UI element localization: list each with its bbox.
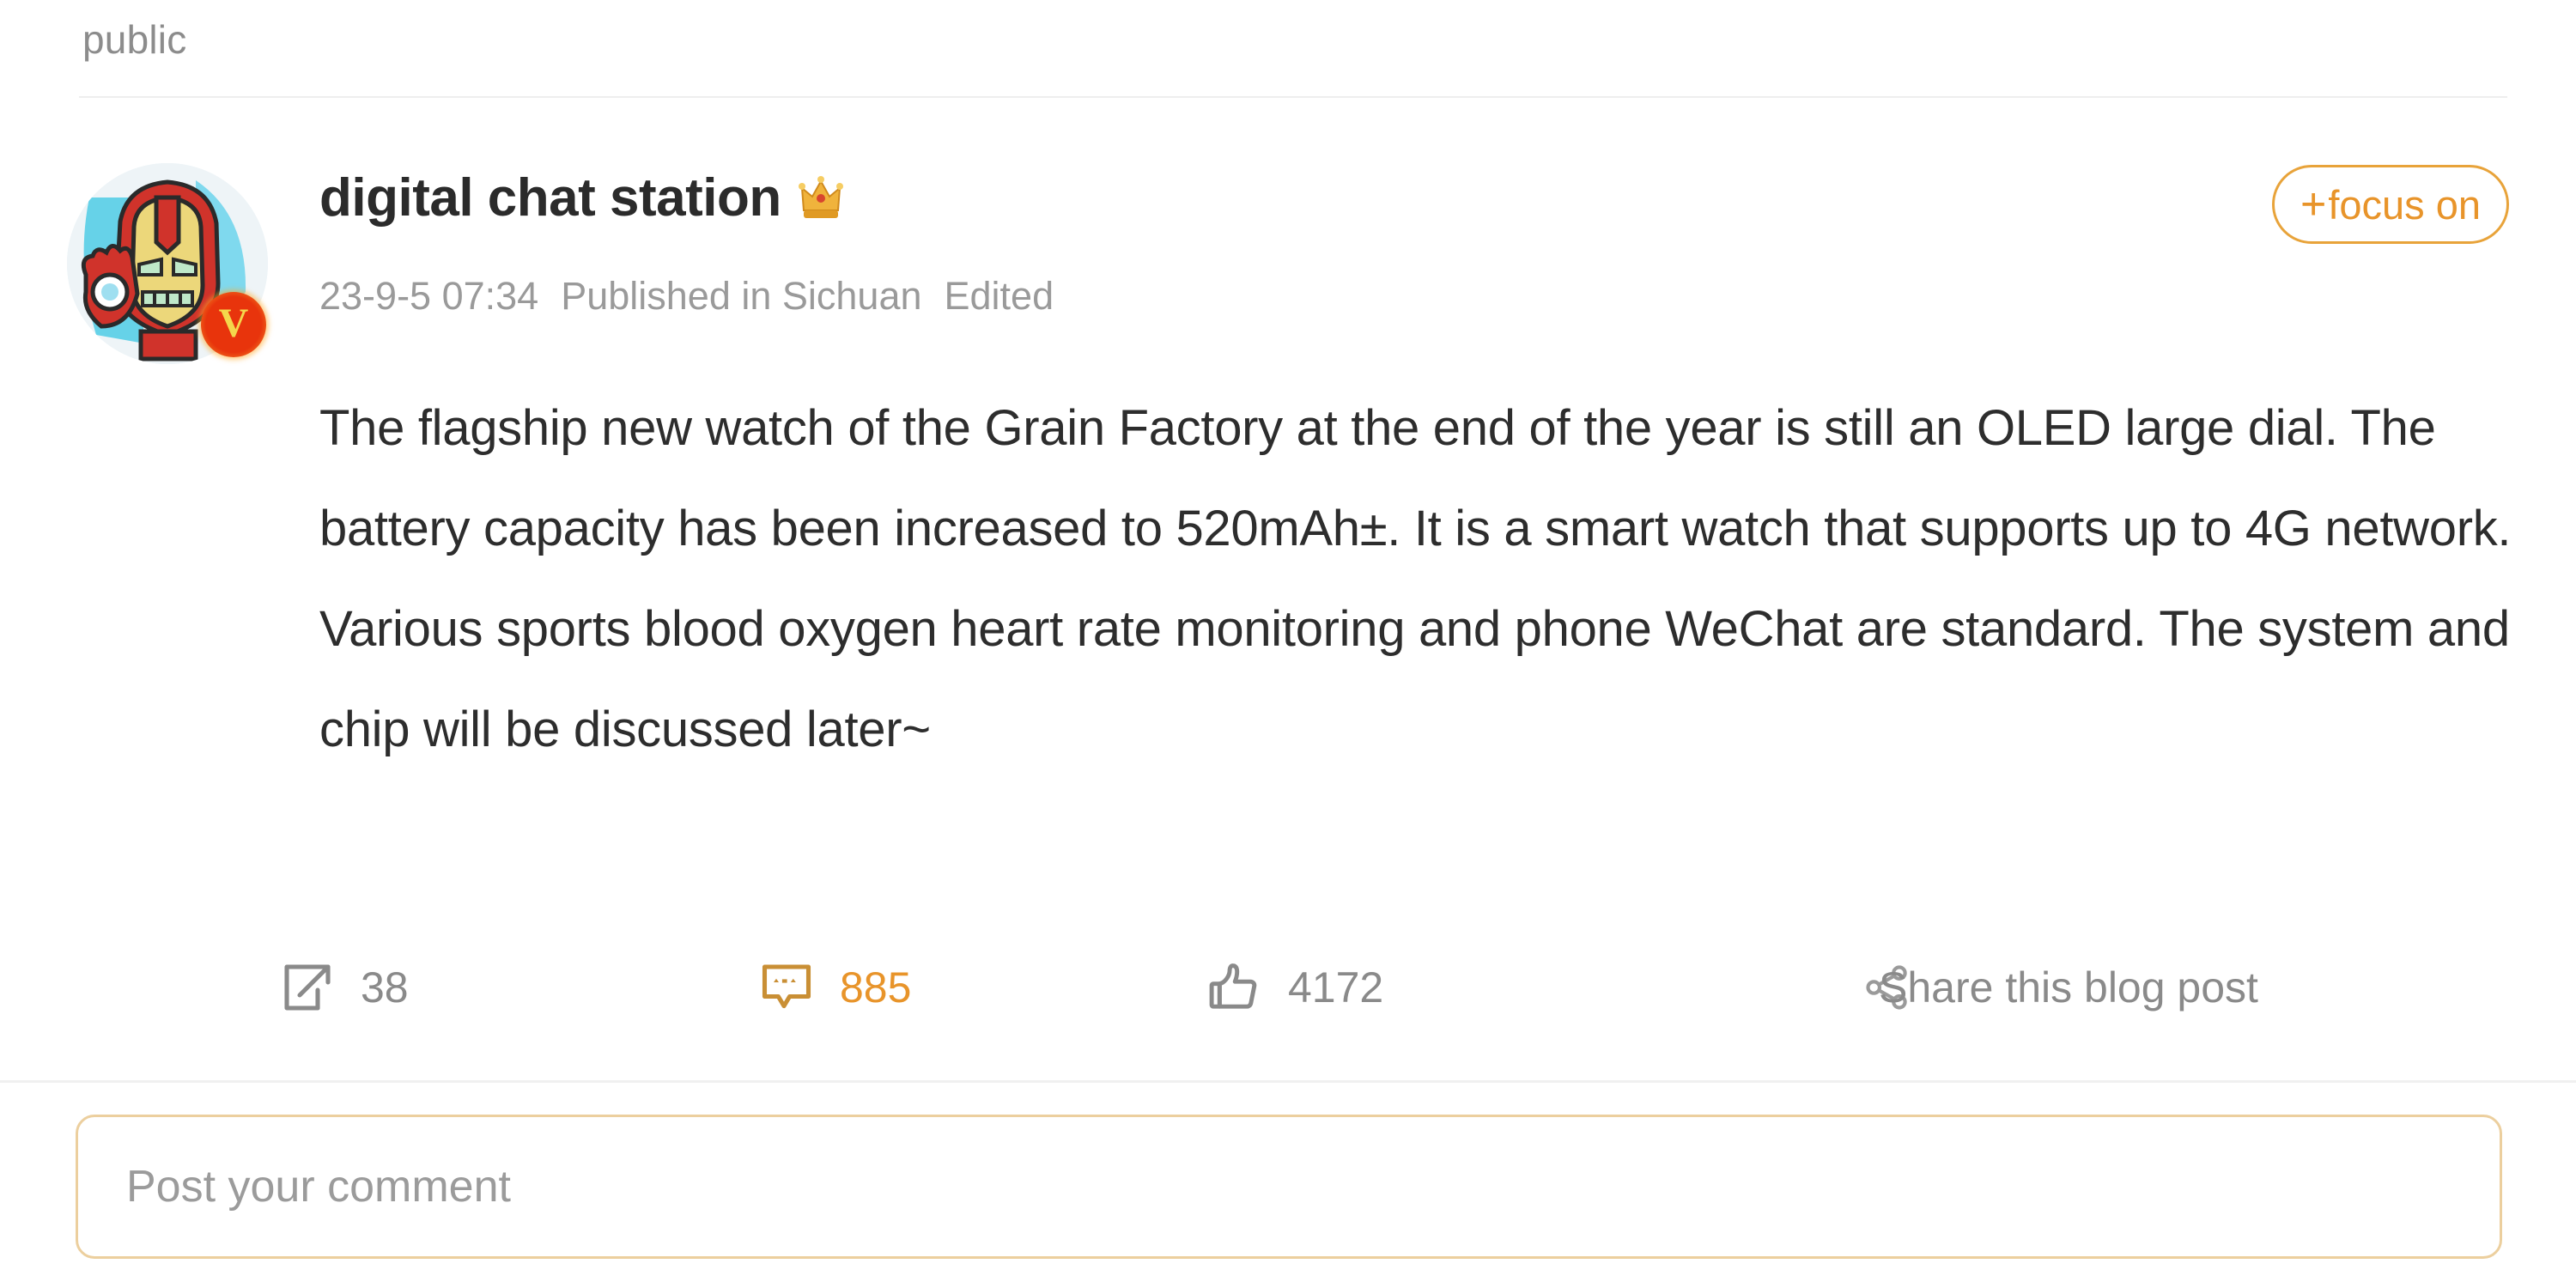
- verified-badge: V: [201, 292, 266, 357]
- repost-count: 38: [361, 963, 409, 1012]
- follow-button-label: focus on: [2328, 181, 2481, 228]
- crown-emoji: [795, 173, 847, 224]
- avatar[interactable]: V: [67, 163, 271, 368]
- comment-count: 885: [840, 963, 912, 1012]
- repost-action[interactable]: 38: [276, 940, 409, 1035]
- visibility-bar: public: [0, 0, 2576, 96]
- post-timestamp: 23-9-5 07:34: [319, 274, 539, 318]
- post-edited-flag: Edited: [944, 274, 1054, 318]
- post-action-bar: 38 885 4172 Share this blog post: [0, 940, 2576, 1052]
- post-detail-page: public V digital chat station 23-9-5 07:…: [0, 0, 2576, 1288]
- post-content: The flagship new watch of the Grain Fact…: [319, 400, 2512, 757]
- share-blog-post-action[interactable]: Share this blog post: [1862, 940, 2258, 1035]
- share-blog-post-label: Share this blog post: [1879, 963, 2258, 1012]
- action-bar-divider: [0, 1080, 2576, 1083]
- like-count: 4172: [1288, 963, 1384, 1012]
- visibility-label: public: [82, 17, 187, 62]
- thumbs-up-icon: [1202, 956, 1266, 1019]
- comment-input[interactable]: Post your comment: [76, 1115, 2502, 1259]
- plus-icon: +: [2300, 179, 2327, 229]
- post-header: V digital chat station 23-9-5 07:34 Publ…: [0, 146, 2576, 369]
- author-name[interactable]: digital chat station: [319, 172, 781, 225]
- comment-bubble-icon: [756, 957, 817, 1018]
- verified-badge-letter: V: [218, 301, 249, 346]
- top-divider: [79, 96, 2507, 98]
- post-location: Published in Sichuan: [561, 274, 922, 318]
- like-action[interactable]: 4172: [1202, 940, 1383, 1035]
- comment-action[interactable]: 885: [756, 940, 911, 1035]
- external-link-icon: [276, 957, 338, 1018]
- follow-button[interactable]: + focus on: [2271, 165, 2509, 244]
- author-row[interactable]: digital chat station: [319, 172, 847, 225]
- post-meta: 23-9-5 07:34 Published in Sichuan Edited: [319, 273, 1054, 319]
- comment-input-placeholder: Post your comment: [126, 1162, 511, 1212]
